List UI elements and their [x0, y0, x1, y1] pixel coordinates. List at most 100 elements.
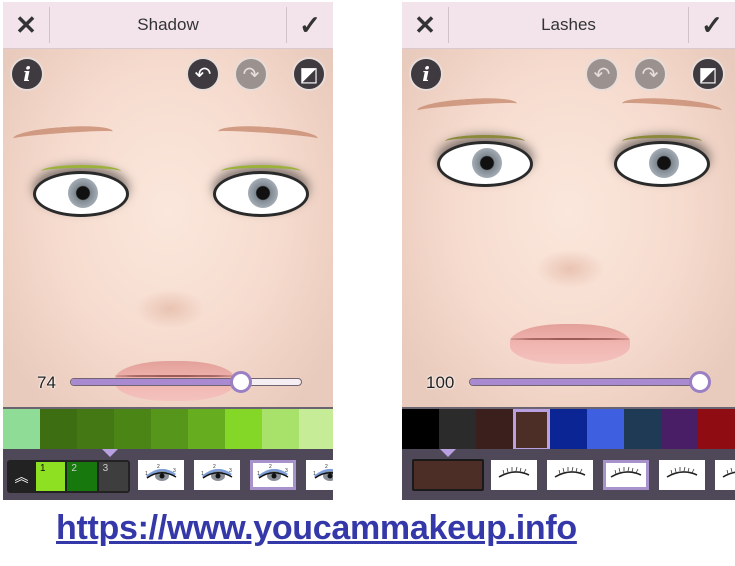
color-swatch[interactable]: [299, 409, 333, 451]
top-bar: ✕ Shadow ✓: [3, 2, 333, 49]
intensity-value: 74: [37, 373, 56, 392]
eyebrow-left: [416, 95, 518, 119]
color-swatch[interactable]: [402, 409, 439, 451]
color-swatch[interactable]: [624, 409, 661, 451]
color-swatch[interactable]: [225, 409, 262, 451]
eyebrow-left: [12, 123, 114, 147]
compare-icon: ◩: [299, 63, 319, 86]
svg-text:1: 1: [257, 471, 260, 477]
info-icon: i: [422, 62, 430, 86]
lash-pattern-1[interactable]: [491, 460, 537, 490]
color-swatch[interactable]: [3, 409, 40, 451]
double-chevron-up-icon: ︽: [14, 468, 29, 485]
svg-text:3: 3: [229, 468, 232, 474]
color-layer-2[interactable]: 2: [67, 462, 97, 491]
color-swatch[interactable]: [77, 409, 114, 451]
confirm-button[interactable]: ✓: [689, 2, 735, 48]
close-icon: ✕: [414, 9, 436, 40]
redo-button[interactable]: ↷: [234, 57, 268, 91]
selected-color-preview[interactable]: [412, 459, 484, 491]
checkmark-icon: ✓: [299, 9, 321, 40]
svg-text:2: 2: [269, 464, 272, 470]
lash-pattern-5[interactable]: [715, 460, 735, 490]
color-swatch[interactable]: [661, 409, 698, 451]
color-swatch[interactable]: [439, 409, 476, 451]
color-swatch[interactable]: [550, 409, 587, 451]
slider-thumb[interactable]: [689, 371, 711, 393]
svg-text:2: 2: [325, 464, 328, 470]
selection-pointer: [440, 449, 456, 457]
eyebrow-right: [621, 95, 723, 119]
intensity-slider[interactable]: [469, 371, 711, 393]
compare-button[interactable]: ◩: [691, 57, 725, 91]
lash-pattern-3[interactable]: [603, 460, 649, 490]
lips: [510, 324, 630, 364]
lashes-editor-panel: ✕ Lashes ✓ i ↶ ↷ ◩ 100: [402, 2, 735, 500]
svg-text:2: 2: [157, 464, 160, 470]
eyelash-icon: [608, 465, 644, 486]
intensity-value: 100: [426, 373, 455, 392]
slider-fill: [470, 379, 700, 385]
eyeshadow-pattern-4[interactable]: 123: [306, 460, 333, 490]
compare-button[interactable]: ◩: [292, 57, 326, 91]
eyeshadow-pattern-1[interactable]: 1 2 3: [138, 460, 184, 490]
eye-left: [33, 165, 129, 217]
pattern-bar: [402, 449, 735, 500]
eyeshadow-pattern-3[interactable]: 1 2 3: [250, 460, 296, 490]
selection-pointer: [102, 449, 118, 457]
undo-button[interactable]: ↶: [585, 57, 619, 91]
info-button[interactable]: i: [10, 57, 44, 91]
color-layer-3[interactable]: 3: [98, 462, 128, 491]
close-button[interactable]: ✕: [3, 2, 49, 48]
color-swatch[interactable]: [698, 409, 735, 451]
color-palette: [3, 407, 333, 451]
color-swatch[interactable]: [151, 409, 188, 451]
lash-pattern-4[interactable]: [659, 460, 705, 490]
intensity-slider[interactable]: [70, 371, 302, 393]
color-swatch[interactable]: [114, 409, 151, 451]
info-button[interactable]: i: [409, 57, 443, 91]
eye-shadow-icon: 123: [255, 463, 291, 488]
website-link[interactable]: https://www.youcammakeup.info: [56, 509, 577, 548]
color-swatch[interactable]: [587, 409, 624, 451]
redo-icon: ↷: [242, 63, 260, 86]
slider-fill: [71, 379, 242, 385]
color-swatch[interactable]: [476, 409, 513, 451]
eye-shadow-icon: 123: [199, 463, 235, 488]
eyebrow-right: [217, 123, 319, 147]
eyeshadow-pattern-2[interactable]: 1 2 3: [194, 460, 240, 490]
eye-right: [213, 165, 309, 217]
lash-pattern-2[interactable]: [547, 460, 593, 490]
color-swatch[interactable]: [40, 409, 77, 451]
color-swatch[interactable]: [188, 409, 225, 451]
info-icon: i: [23, 62, 31, 86]
close-button[interactable]: ✕: [402, 2, 448, 48]
pattern-bar: ︽ 1 2 3 123123123123: [3, 449, 333, 500]
expand-button[interactable]: ︽: [8, 461, 35, 492]
color-swatch[interactable]: [262, 409, 299, 451]
face-photo[interactable]: [402, 49, 735, 407]
eye-shadow-icon: 123: [311, 463, 333, 488]
color-layer-group: ︽ 1 2 3: [7, 460, 130, 493]
eyelash-icon: [552, 465, 588, 486]
eyelash-icon: [496, 465, 532, 486]
close-icon: ✕: [15, 9, 37, 40]
color-palette: [402, 407, 735, 451]
color-layer-1[interactable]: 1: [36, 462, 66, 491]
redo-button[interactable]: ↷: [633, 57, 667, 91]
svg-text:3: 3: [173, 468, 176, 474]
face-photo[interactable]: [3, 49, 333, 407]
nose: [135, 289, 205, 329]
top-bar: ✕ Lashes ✓: [402, 2, 735, 49]
page-title: Lashes: [541, 15, 596, 34]
color-swatch[interactable]: [513, 409, 550, 451]
confirm-button[interactable]: ✓: [287, 2, 333, 48]
undo-button[interactable]: ↶: [186, 57, 220, 91]
eyelash-icon: [720, 465, 735, 486]
undo-icon: ↶: [593, 63, 611, 86]
eye-left: [437, 135, 533, 187]
redo-icon: ↷: [641, 63, 659, 86]
svg-text:1: 1: [201, 471, 204, 477]
svg-text:1: 1: [145, 471, 148, 477]
page-title: Shadow: [137, 15, 199, 34]
